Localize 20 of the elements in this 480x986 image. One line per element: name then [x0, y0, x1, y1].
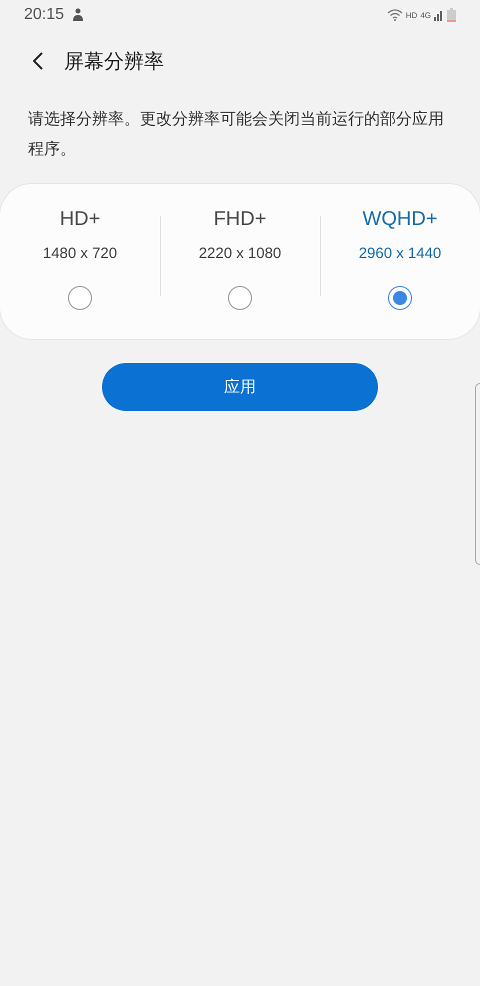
wifi-icon: [386, 9, 403, 21]
battery-icon: [447, 8, 456, 22]
edge-panel-handle[interactable]: [475, 383, 480, 565]
resolution-value: 1480 x 720: [42, 245, 118, 262]
resolution-value: 2960 x 1440: [358, 245, 442, 262]
page-title: 屏幕分辨率: [64, 48, 164, 74]
network-type: 4G: [420, 10, 431, 20]
resolution-label: FHD+: [214, 208, 266, 231]
status-time: 20:15: [24, 6, 64, 24]
radio-button[interactable]: [388, 286, 412, 310]
resolution-label: HD+: [60, 208, 100, 231]
description-text: 请选择分辨率。更改分辨率可能会关闭当前运行的部分应用程序。: [28, 108, 445, 160]
resolution-label: WQHD+: [362, 208, 438, 231]
radio-button[interactable]: [68, 286, 92, 310]
signal-icon: [434, 9, 444, 21]
resolution-value: 2220 x 1080: [198, 245, 282, 262]
apply-button[interactable]: 应用: [102, 363, 378, 411]
radio-button[interactable]: [228, 286, 252, 310]
notification-icon: [72, 8, 84, 22]
hd-indicator: HD: [406, 10, 418, 20]
